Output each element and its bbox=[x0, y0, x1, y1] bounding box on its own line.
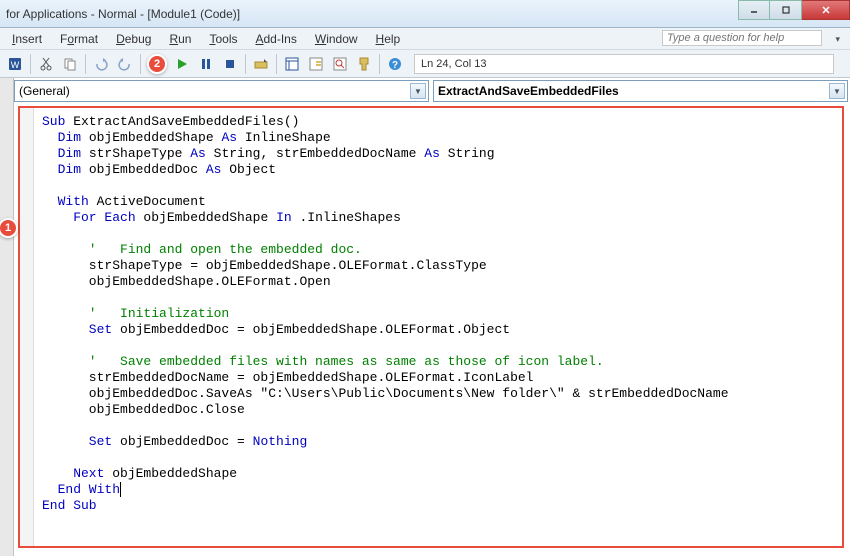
toolbar: W 2 ? Ln 24, Col 13 bbox=[0, 50, 850, 78]
help-button[interactable]: ? bbox=[384, 53, 406, 75]
help-search bbox=[662, 30, 822, 46]
redo-button[interactable] bbox=[114, 53, 136, 75]
window-controls bbox=[738, 0, 850, 20]
view-word-button[interactable]: W bbox=[4, 53, 26, 75]
menu-bar: Insert Format Debug Run Tools Add-Ins Wi… bbox=[0, 28, 850, 50]
procedure-dropdown[interactable]: ExtractAndSaveEmbeddedFiles ▼ bbox=[433, 80, 848, 102]
run-icon bbox=[174, 56, 190, 72]
cut-icon bbox=[38, 56, 54, 72]
code-dropdowns: (General) ▼ ExtractAndSaveEmbeddedFiles … bbox=[14, 80, 848, 102]
minimize-button[interactable] bbox=[738, 0, 770, 20]
stop-button[interactable] bbox=[219, 53, 241, 75]
separator bbox=[85, 54, 86, 74]
object-browser-button[interactable] bbox=[329, 53, 351, 75]
dropdown-arrow-icon: ▼ bbox=[410, 83, 426, 99]
undo-button[interactable] bbox=[90, 53, 112, 75]
stop-icon bbox=[222, 56, 238, 72]
menu-debug[interactable]: Debug bbox=[108, 30, 159, 48]
menu-tools[interactable]: Tools bbox=[201, 30, 245, 48]
svg-text:?: ? bbox=[392, 60, 398, 71]
procedure-dropdown-value: ExtractAndSaveEmbeddedFiles bbox=[438, 84, 619, 98]
copy-icon bbox=[62, 56, 78, 72]
menu-insert[interactable]: Insert bbox=[4, 30, 50, 48]
properties-button[interactable] bbox=[305, 53, 327, 75]
callout-2: 2 bbox=[147, 54, 167, 74]
cut-button[interactable] bbox=[35, 53, 57, 75]
code-content: Sub ExtractAndSaveEmbeddedFiles() Dim ob… bbox=[42, 114, 838, 514]
design-icon bbox=[253, 56, 269, 72]
svg-text:W: W bbox=[11, 60, 20, 70]
project-explorer-button[interactable] bbox=[281, 53, 303, 75]
project-icon bbox=[284, 56, 300, 72]
menu-window[interactable]: Window bbox=[307, 30, 366, 48]
properties-icon bbox=[308, 56, 324, 72]
separator bbox=[276, 54, 277, 74]
browser-icon bbox=[332, 56, 348, 72]
menu-dropdown-icon[interactable]: ▾ bbox=[835, 34, 840, 45]
pause-button[interactable] bbox=[195, 53, 217, 75]
workspace: (General) ▼ ExtractAndSaveEmbeddedFiles … bbox=[0, 78, 850, 556]
pause-icon bbox=[198, 56, 214, 72]
code-editor[interactable]: Sub ExtractAndSaveEmbeddedFiles() Dim ob… bbox=[18, 106, 844, 548]
separator bbox=[30, 54, 31, 74]
separator bbox=[140, 54, 141, 74]
menu-addins[interactable]: Add-Ins bbox=[247, 30, 304, 48]
menu-run[interactable]: Run bbox=[161, 30, 199, 48]
maximize-button[interactable] bbox=[770, 0, 802, 20]
separator bbox=[245, 54, 246, 74]
object-dropdown-value: (General) bbox=[19, 84, 70, 98]
code-margin bbox=[20, 108, 34, 546]
help-icon: ? bbox=[387, 56, 403, 72]
design-mode-button[interactable] bbox=[250, 53, 272, 75]
dropdown-arrow-icon: ▼ bbox=[829, 83, 845, 99]
menu-format[interactable]: Format bbox=[52, 30, 106, 48]
minimize-icon bbox=[749, 5, 759, 15]
copy-button[interactable] bbox=[59, 53, 81, 75]
toolbox-button[interactable] bbox=[353, 53, 375, 75]
title-bar: for Applications - Normal - [Module1 (Co… bbox=[0, 0, 850, 28]
separator bbox=[379, 54, 380, 74]
callout-1: 1 bbox=[0, 218, 18, 238]
run-button[interactable] bbox=[171, 53, 193, 75]
left-gutter bbox=[0, 78, 14, 556]
maximize-icon bbox=[781, 5, 791, 15]
undo-icon bbox=[93, 56, 109, 72]
menu-help[interactable]: Help bbox=[368, 30, 409, 48]
close-button[interactable] bbox=[802, 0, 850, 20]
toolbox-icon bbox=[356, 56, 372, 72]
redo-icon bbox=[117, 56, 133, 72]
help-search-input[interactable] bbox=[662, 30, 822, 46]
object-dropdown[interactable]: (General) ▼ bbox=[14, 80, 429, 102]
window-title: for Applications - Normal - [Module1 (Co… bbox=[6, 7, 240, 21]
close-icon bbox=[821, 5, 831, 15]
word-icon: W bbox=[7, 56, 23, 72]
toolbar-status: Ln 24, Col 13 bbox=[414, 54, 834, 74]
